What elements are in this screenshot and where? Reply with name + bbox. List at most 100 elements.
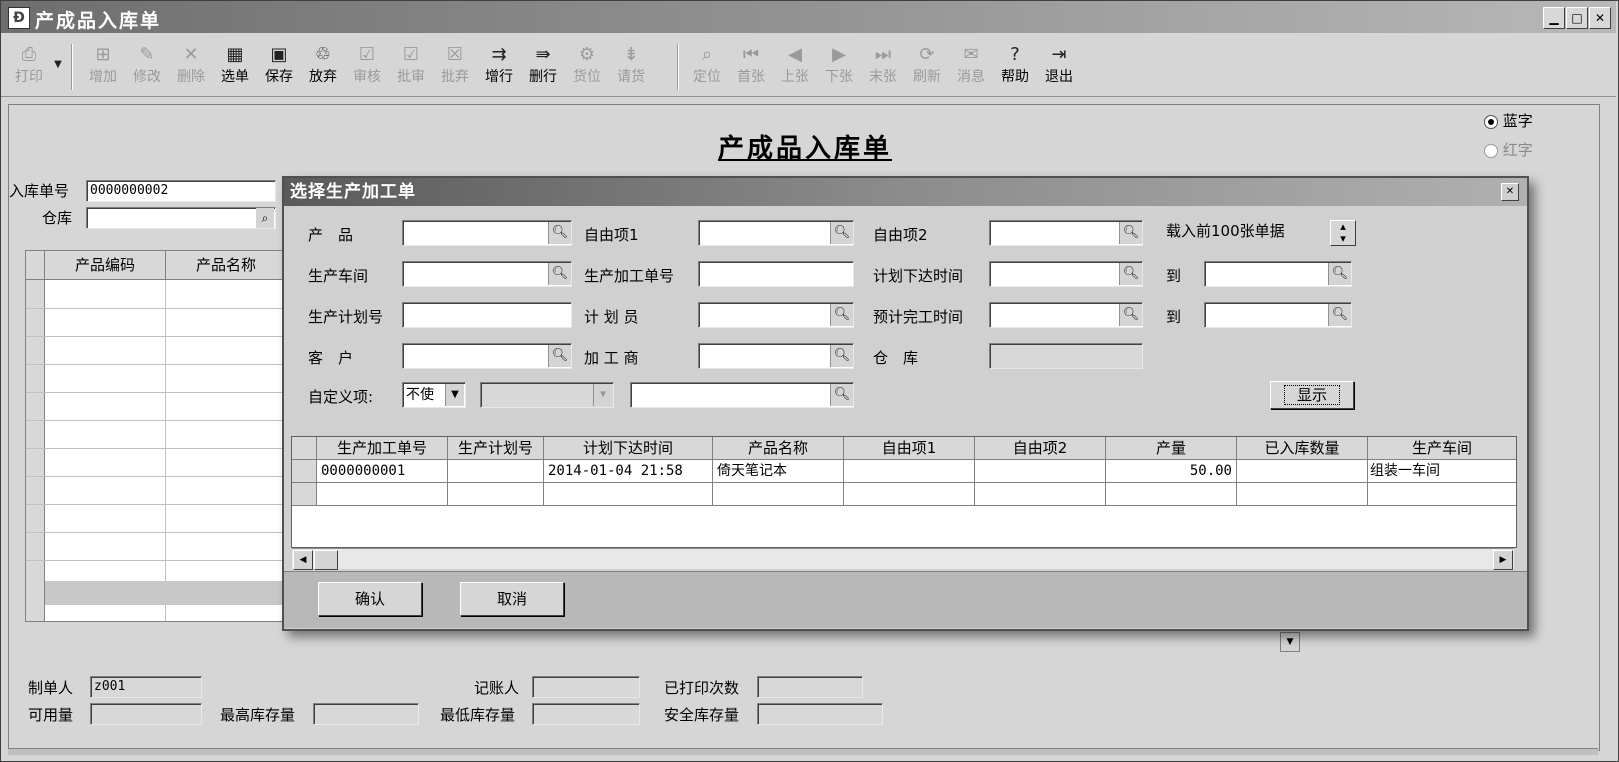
table-cell[interactable] xyxy=(544,483,713,506)
radio-red-indicator[interactable] xyxy=(1484,143,1498,158)
expected-done-to-search-icon[interactable]: 🔍︎ xyxy=(1328,304,1351,326)
table-cell[interactable]: 50.00 xyxy=(1106,460,1237,483)
cancel-button[interactable]: 取消 xyxy=(460,582,564,616)
toolbar-message-button[interactable]: ✉ 消息 xyxy=(949,42,993,94)
table-cell[interactable] xyxy=(713,483,844,506)
toolbar-help-button[interactable]: ? 帮助 xyxy=(993,42,1037,94)
product-field[interactable]: 🔍︎ xyxy=(402,220,572,246)
plan-issue-from-search-icon[interactable]: 🔍︎ xyxy=(1119,263,1142,285)
table-cell[interactable]: 倚天笔记本 xyxy=(713,460,844,483)
table-cell[interactable] xyxy=(317,483,448,506)
free2-field[interactable]: 🔍︎ xyxy=(989,220,1143,246)
grid-scroll-down-icon[interactable]: ▼ xyxy=(1280,632,1300,652)
radio-blue[interactable]: 蓝字 xyxy=(1484,110,1533,131)
show-button[interactable]: 显示 xyxy=(1270,381,1354,409)
confirm-button[interactable]: 确认 xyxy=(318,582,422,616)
custom-item-value-field[interactable]: 🔍︎ xyxy=(630,382,854,408)
safety-stock-field xyxy=(757,703,883,725)
order-no-field[interactable] xyxy=(698,261,854,287)
select-order-dialog: 选择生产加工单 ✕ 产 品 🔍︎ 自由项1 🔍︎ 自由项2 🔍︎ 载入前100张… xyxy=(282,176,1529,631)
toolbar-request-goods-button[interactable]: ⇟ 请货 xyxy=(609,42,653,94)
chevron-down-icon[interactable]: ▼ xyxy=(445,384,464,406)
planner-search-icon[interactable]: 🔍︎ xyxy=(830,304,853,326)
maximize-icon[interactable]: □ xyxy=(1566,7,1588,29)
table-cell[interactable] xyxy=(1237,483,1368,506)
radio-red[interactable]: 红字 xyxy=(1484,139,1533,160)
free2-search-icon[interactable]: 🔍︎ xyxy=(1119,222,1142,244)
workshop-field[interactable]: 🔍︎ xyxy=(402,261,572,287)
processor-field[interactable]: 🔍︎ xyxy=(698,343,854,369)
toolbar-save-button[interactable]: ▣ 保存 xyxy=(257,42,301,94)
toolbar-add-button[interactable]: ⊞ 增加 xyxy=(81,42,125,94)
scroll-thumb[interactable] xyxy=(314,550,338,570)
toolbar-location-button[interactable]: ⚙ 货位 xyxy=(565,42,609,94)
table-cell[interactable] xyxy=(844,460,975,483)
add-row-icon: ⇉ xyxy=(491,44,507,65)
table-cell[interactable] xyxy=(1237,460,1368,483)
planner-field[interactable]: 🔍︎ xyxy=(698,302,854,328)
toolbar-batch-audit-button[interactable]: ☑ 批审 xyxy=(389,42,433,94)
scroll-left-icon[interactable]: ◀ xyxy=(293,550,313,570)
customer-search-icon[interactable]: 🔍︎ xyxy=(548,345,571,367)
table-cell[interactable] xyxy=(448,483,544,506)
next-icon: ▶ xyxy=(832,44,846,65)
custom-item-search-icon[interactable]: 🔍︎ xyxy=(830,384,853,406)
toolbar-discard-button[interactable]: ♲ 放弃 xyxy=(301,42,345,94)
toolbar-add-row-button[interactable]: ⇉ 增行 xyxy=(477,42,521,94)
toolbar-prev-button[interactable]: ◀ 上张 xyxy=(773,42,817,94)
minimize-icon[interactable]: ▁ xyxy=(1543,7,1565,29)
print-count-label: 已打印次数 xyxy=(664,679,740,697)
table-cell[interactable] xyxy=(1106,483,1237,506)
table-cell[interactable]: 组装一车间 xyxy=(1368,460,1516,483)
toolbar-delete-button[interactable]: ✕ 删除 xyxy=(169,42,213,94)
table-cell[interactable] xyxy=(975,483,1106,506)
col-header-quantity: 产量 xyxy=(1106,437,1237,460)
toolbar-next-button[interactable]: ▶ 下张 xyxy=(817,42,861,94)
custom-item-select[interactable]: 不使 ▼ xyxy=(402,382,466,408)
toolbar-batch-discard-button[interactable]: ☒ 批弃 xyxy=(433,42,477,94)
toolbar-audit-button[interactable]: ☑ 审核 xyxy=(345,42,389,94)
row-indicator[interactable] xyxy=(292,460,317,483)
customer-field[interactable]: 🔍︎ xyxy=(402,343,572,369)
horizontal-scrollbar[interactable]: ◀ ▶ xyxy=(292,548,1514,570)
print-dropdown-button[interactable]: ▼ xyxy=(49,42,67,94)
free1-search-icon[interactable]: 🔍︎ xyxy=(830,222,853,244)
plan-no-field[interactable] xyxy=(402,302,572,328)
toolbar-first-button[interactable]: ⏮ 首张 xyxy=(729,42,773,94)
close-icon[interactable]: ✕ xyxy=(1589,7,1611,29)
radio-blue-indicator[interactable] xyxy=(1484,114,1498,129)
free1-field[interactable]: 🔍︎ xyxy=(698,220,854,246)
toolbar-exit-button[interactable]: ⇥ 退出 xyxy=(1037,42,1081,94)
expected-done-to-field[interactable]: 🔍︎ xyxy=(1204,302,1352,328)
table-cell[interactable] xyxy=(844,483,975,506)
toolbar-locate-button[interactable]: ⌕ 定位 xyxy=(685,42,729,94)
load-count-spinner[interactable]: ▴ ▾ xyxy=(1330,220,1356,246)
batch-discard-icon: ☒ xyxy=(446,44,464,65)
warehouse-lookup-icon[interactable]: ⌕ xyxy=(256,208,274,228)
toolbar-select-order-button[interactable]: ▦ 选单 xyxy=(213,42,257,94)
toolbar-last-button[interactable]: ⏭ 末张 xyxy=(861,42,905,94)
table-cell[interactable] xyxy=(448,460,544,483)
expected-done-from-field[interactable]: 🔍︎ xyxy=(989,302,1143,328)
table-cell[interactable] xyxy=(975,460,1106,483)
plan-issue-to-field[interactable]: 🔍︎ xyxy=(1204,261,1352,287)
table-cell[interactable]: 0000000001 xyxy=(317,460,448,483)
close-icon[interactable]: ✕ xyxy=(1501,183,1519,201)
toolbar-print-button[interactable]: ⎙ 打印 xyxy=(9,42,49,94)
toolbar-refresh-button[interactable]: ⟳ 刷新 xyxy=(905,42,949,94)
warehouse-field[interactable] xyxy=(86,207,276,229)
workshop-search-icon[interactable]: 🔍︎ xyxy=(548,263,571,285)
table-cell[interactable]: 2014-01-04 21:58 xyxy=(544,460,713,483)
toolbar-edit-button[interactable]: ✎ 修改 xyxy=(125,42,169,94)
row-indicator[interactable] xyxy=(292,483,317,506)
expected-done-from-search-icon[interactable]: 🔍︎ xyxy=(1119,304,1142,326)
table-cell[interactable] xyxy=(1368,483,1516,506)
plan-issue-from-field[interactable]: 🔍︎ xyxy=(989,261,1143,287)
scroll-right-icon[interactable]: ▶ xyxy=(1493,550,1513,570)
plan-issue-to-search-icon[interactable]: 🔍︎ xyxy=(1328,263,1351,285)
col-header-received-qty: 已入库数量 xyxy=(1237,437,1368,460)
toolbar-delete-row-button[interactable]: ⇛ 删行 xyxy=(521,42,565,94)
product-search-icon[interactable]: 🔍︎ xyxy=(548,222,571,244)
receipt-no-field[interactable]: 0000000002 xyxy=(86,180,276,202)
processor-search-icon[interactable]: 🔍︎ xyxy=(830,345,853,367)
